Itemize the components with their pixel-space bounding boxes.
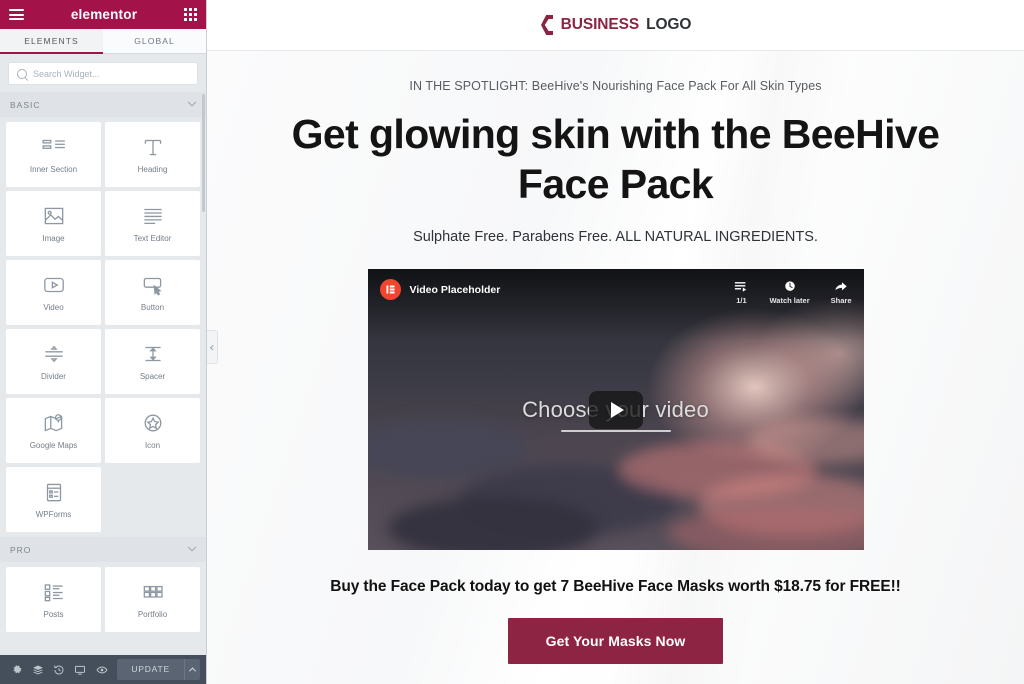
widget-label: Google Maps <box>29 440 78 450</box>
widget-label: Portfolio <box>137 609 168 619</box>
chevron-left-icon <box>209 344 216 351</box>
search-icon <box>17 68 27 79</box>
widget-label: Heading <box>137 164 168 174</box>
settings-icon[interactable] <box>6 655 27 684</box>
search-box[interactable] <box>8 62 198 85</box>
update-button[interactable]: UPDATE <box>117 659 184 680</box>
grid-icon[interactable] <box>183 8 197 21</box>
chevron-down-icon <box>187 542 197 551</box>
widget-label: Icon <box>144 440 161 450</box>
widget-label: Spacer <box>139 371 166 381</box>
text-editor-icon <box>140 205 166 227</box>
hamburger-icon[interactable] <box>9 9 24 20</box>
update-options-button[interactable] <box>183 659 200 680</box>
category-pro-label: PRO <box>10 544 32 555</box>
widget-wpforms[interactable]: WPForms <box>6 467 101 532</box>
video-icon <box>41 274 67 296</box>
logo-business-text: BUSINESS <box>560 16 640 33</box>
video-widget[interactable]: Video Placeholder 1/1 Watch later Share … <box>367 269 864 551</box>
widget-heading[interactable]: Heading <box>105 122 200 187</box>
pro-widget-grid: Posts Portfolio <box>0 562 206 637</box>
widget-text-editor[interactable]: Text Editor <box>105 191 200 256</box>
widget-label: Image <box>42 233 65 243</box>
panel-header: elementor <box>0 0 206 29</box>
subheading: Sulphate Free. Parabens Free. ALL NATURA… <box>413 229 818 246</box>
basic-widget-grid: Inner Section Heading Image Text Editor <box>0 117 206 537</box>
preview-icon[interactable] <box>91 655 112 684</box>
chevron-down-icon <box>187 97 197 106</box>
portfolio-icon <box>140 581 166 603</box>
widget-label: Divider <box>41 371 66 381</box>
collapse-panel-handle[interactable] <box>207 330 218 364</box>
category-pro[interactable]: PRO <box>0 537 206 562</box>
category-basic-label: BASIC <box>10 99 41 110</box>
widget-button[interactable]: Button <box>105 260 200 325</box>
tab-elements[interactable]: ELEMENTS <box>0 29 103 54</box>
page-canvas: BUSINESS LOGO IN THE SPOTLIGHT: BeeHive'… <box>207 0 1024 684</box>
widget-label: WPForms <box>35 509 72 519</box>
widget-list[interactable]: BASIC Inner Section Heading Image Text E… <box>0 92 206 655</box>
update-button-group: UPDATE <box>117 659 200 680</box>
hero-section: IN THE SPOTLIGHT: BeeHive's Nourishing F… <box>207 51 1024 684</box>
search-area <box>0 54 206 92</box>
wpforms-icon <box>41 481 67 503</box>
history-icon[interactable] <box>49 655 70 684</box>
page-title: Get glowing skin with the BeeHive Face P… <box>291 111 940 208</box>
widget-spacer[interactable]: Spacer <box>105 329 200 394</box>
divider-icon <box>41 343 67 365</box>
business-logo[interactable]: BUSINESS LOGO <box>540 14 692 36</box>
widget-label: Button <box>140 302 165 312</box>
navigator-icon[interactable] <box>27 655 48 684</box>
widget-label: Inner Section <box>29 164 78 174</box>
logo-word-text: LOGO <box>646 16 692 33</box>
widget-divider[interactable]: Divider <box>6 329 101 394</box>
search-input[interactable] <box>33 68 189 79</box>
site-header: BUSINESS LOGO <box>207 0 1024 51</box>
posts-icon <box>41 581 67 603</box>
widget-video[interactable]: Video <box>6 260 101 325</box>
widget-label: Video <box>43 302 64 312</box>
star-icon <box>140 412 166 434</box>
panel-tabs: ELEMENTS GLOBAL <box>0 29 206 54</box>
widget-label: Text Editor <box>133 233 172 243</box>
elementor-editor: elementor ELEMENTS GLOBAL BASIC <box>0 0 1024 684</box>
panel-footer-toolbar: UPDATE <box>0 655 206 684</box>
widget-google-maps[interactable]: Google Maps <box>6 398 101 463</box>
video-center: Choose your video <box>368 269 864 550</box>
widget-posts[interactable]: Posts <box>6 567 101 632</box>
get-your-masks-now-button[interactable]: Get Your Masks Now <box>507 618 724 665</box>
widget-icon[interactable]: Icon <box>105 398 200 463</box>
play-button[interactable] <box>588 390 643 429</box>
hero-content: IN THE SPOTLIGHT: BeeHive's Nourishing F… <box>262 79 970 665</box>
play-icon <box>610 401 624 418</box>
hex-bracket-icon <box>540 15 553 35</box>
video-progress-bar[interactable] <box>560 429 671 432</box>
heading-icon <box>140 136 166 158</box>
button-icon <box>140 274 166 296</box>
category-basic[interactable]: BASIC <box>0 92 206 117</box>
widget-panel: elementor ELEMENTS GLOBAL BASIC <box>0 0 207 684</box>
offer-text: Buy the Face Pack today to get 7 BeeHive… <box>330 578 901 596</box>
spacer-icon <box>140 343 166 365</box>
widget-image[interactable]: Image <box>6 191 101 256</box>
eyebrow-text: IN THE SPOTLIGHT: BeeHive's Nourishing F… <box>409 79 822 93</box>
responsive-mode-icon[interactable] <box>70 655 91 684</box>
widget-inner-section[interactable]: Inner Section <box>6 122 101 187</box>
tab-global[interactable]: GLOBAL <box>103 29 206 54</box>
widget-label: Posts <box>43 609 64 619</box>
image-icon <box>41 205 67 227</box>
widget-portfolio[interactable]: Portfolio <box>105 567 200 632</box>
google-maps-icon <box>41 412 67 434</box>
elementor-brand: elementor <box>70 7 138 22</box>
inner-section-icon <box>41 136 67 158</box>
panel-scrollbar[interactable] <box>202 94 205 212</box>
